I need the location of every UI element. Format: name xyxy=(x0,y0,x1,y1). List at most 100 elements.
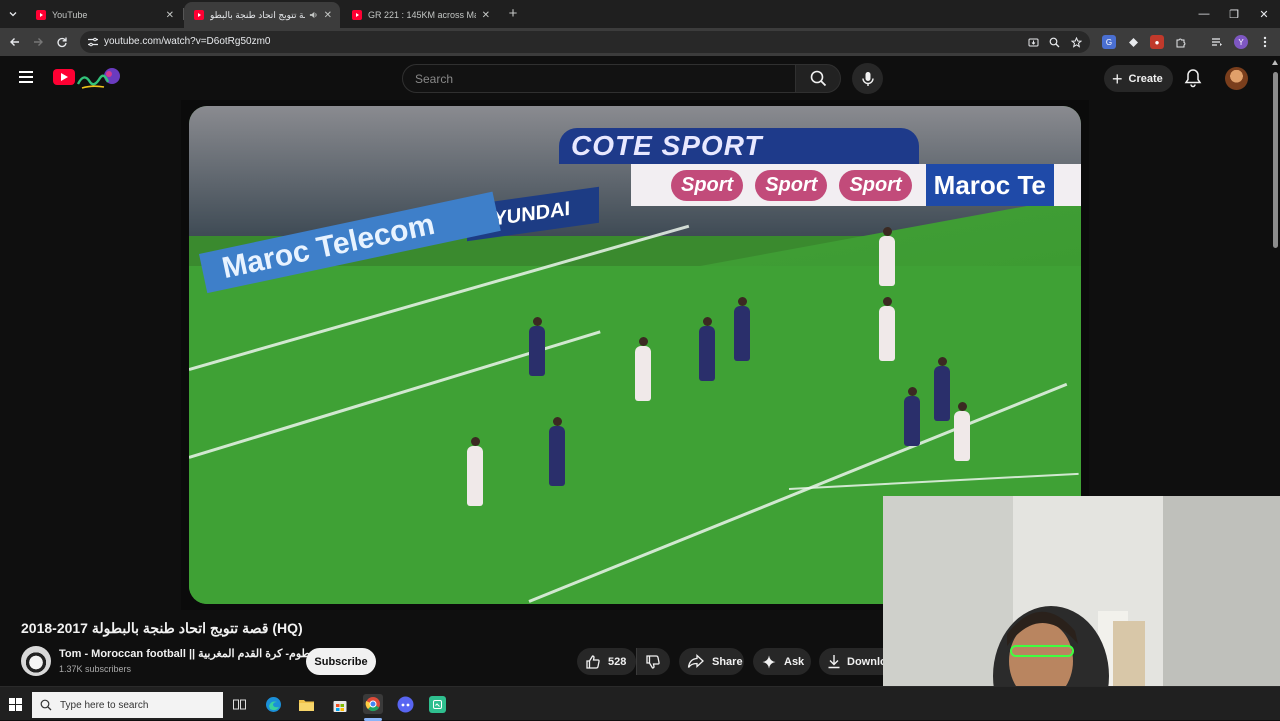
youtube-favicon-icon xyxy=(36,10,46,20)
player-blue xyxy=(734,297,750,361)
store-icon[interactable] xyxy=(331,696,348,713)
video-title: قصة تتويج اتحاد طنجة بالبطولة 2017-2018 … xyxy=(21,620,303,636)
notifications-bell-icon[interactable] xyxy=(1183,68,1203,88)
account-avatar[interactable] xyxy=(1225,67,1248,90)
address-bar[interactable]: youtube.com/watch?v=D6otRg50zm0 xyxy=(80,31,1090,53)
install-app-button[interactable] xyxy=(1026,35,1040,49)
share-arrow-icon xyxy=(687,654,704,668)
share-label: Share xyxy=(712,655,743,668)
player-white xyxy=(635,337,651,401)
close-window-button[interactable]: ✕ xyxy=(1248,0,1280,28)
media-controls-icon[interactable] xyxy=(1210,35,1224,49)
bookmark-button[interactable] xyxy=(1069,35,1083,49)
youtube-favicon-icon xyxy=(352,10,362,20)
search-icon xyxy=(810,70,826,87)
taskbar-search-text: Type here to search xyxy=(60,699,149,711)
thumbs-down-icon xyxy=(646,654,660,669)
restore-button[interactable]: ❐ xyxy=(1218,0,1250,28)
player-white xyxy=(954,402,970,461)
player-blue xyxy=(529,317,545,376)
search-button[interactable] xyxy=(795,64,841,93)
app-tile-icon[interactable] xyxy=(429,696,446,713)
windows-start-icon[interactable] xyxy=(9,698,22,711)
player-blue xyxy=(904,387,920,446)
sport-logo-2: Sport xyxy=(755,169,828,201)
voice-search-button[interactable] xyxy=(852,63,883,94)
share-button[interactable]: Share xyxy=(679,648,744,675)
dislike-button[interactable] xyxy=(636,648,670,675)
create-label: Create xyxy=(1128,72,1163,85)
translate-extension-icon[interactable]: G xyxy=(1102,35,1116,49)
player-white xyxy=(879,297,895,361)
channel-name[interactable]: Tom - Moroccan football || طوم- كرة القد… xyxy=(59,647,310,660)
youtube-logo[interactable] xyxy=(53,69,75,85)
hamburger-menu-icon[interactable] xyxy=(14,68,38,88)
new-tab-button[interactable]: + xyxy=(504,4,522,22)
speaker-audio-icon[interactable] xyxy=(309,10,318,20)
cote-sport-board: COTE SPORT xyxy=(559,128,919,164)
windows-taskbar: Type here to search xyxy=(0,686,1280,721)
zoom-button[interactable] xyxy=(1047,35,1061,49)
tab-video-active[interactable]: قصة تتويج اتحاد طنجة بالبطو ✕ xyxy=(184,2,340,28)
youtube-masthead: + Create xyxy=(0,56,1270,100)
minimize-button[interactable]: — xyxy=(1188,0,1220,28)
tab-youtube[interactable]: YouTube ✕ xyxy=(26,2,182,28)
record-extension-icon[interactable]: ● xyxy=(1150,35,1164,49)
reload-icon xyxy=(57,37,67,48)
tab-search-button[interactable] xyxy=(4,5,22,23)
download-icon xyxy=(828,655,840,669)
subscriber-count: 1.37K subscribers xyxy=(59,664,132,674)
file-explorer-icon[interactable] xyxy=(298,696,315,713)
download-button[interactable]: Downlo xyxy=(819,648,883,675)
channel-avatar[interactable] xyxy=(21,646,51,676)
back-button[interactable] xyxy=(5,32,25,52)
microphone-icon xyxy=(861,71,874,86)
profile-avatar-icon[interactable]: Y xyxy=(1234,35,1248,49)
like-count: 528 xyxy=(608,655,627,668)
search-bar[interactable] xyxy=(402,64,796,93)
url-text: youtube.com/watch?v=D6otRg50zm0 xyxy=(104,36,271,47)
ask-button[interactable]: Ask xyxy=(753,648,811,675)
plus-icon: + xyxy=(1112,68,1123,89)
player-blue xyxy=(699,317,715,381)
chrome-icon[interactable] xyxy=(363,694,383,714)
discord-app-icon[interactable] xyxy=(397,696,414,713)
browser-tab-strip: YouTube ✕ قصة تتويج اتحاد طنجة بالبطو ✕ … xyxy=(0,0,1280,28)
browser-toolbar: youtube.com/watch?v=D6otRg50zm0 G ● Y xyxy=(0,28,1280,56)
maroc-telecom-board-right: Maroc Te xyxy=(925,164,1054,206)
reload-button[interactable] xyxy=(52,32,72,52)
ask-label: Ask xyxy=(784,655,805,668)
tab-close-icon[interactable]: ✕ xyxy=(166,10,174,21)
browser-menu-icon[interactable] xyxy=(1258,35,1272,49)
chevron-down-icon xyxy=(9,12,17,17)
tab-title: GR 221 : 145KM across Mallorca xyxy=(368,10,476,20)
taskbar-search-box[interactable]: Type here to search xyxy=(32,692,223,718)
sparkle-icon xyxy=(762,655,776,668)
extensions-puzzle-icon[interactable] xyxy=(1174,35,1188,49)
search-icon xyxy=(40,699,52,711)
subscribe-button[interactable]: Subscribe xyxy=(306,648,376,675)
task-view-icon[interactable] xyxy=(231,696,248,713)
like-button[interactable]: 528 xyxy=(577,648,636,675)
sport-logo-3: Sport xyxy=(839,169,912,201)
edge-browser-icon[interactable] xyxy=(265,696,282,713)
youtube-doodle-logo[interactable] xyxy=(76,66,122,90)
sport-logo-1: Sport xyxy=(671,169,744,201)
tab-close-icon[interactable]: ✕ xyxy=(324,10,332,21)
create-button[interactable]: + Create xyxy=(1104,65,1173,92)
install-icon xyxy=(1028,38,1038,46)
tab-close-icon[interactable]: ✕ xyxy=(482,10,490,21)
search-input[interactable] xyxy=(415,65,785,92)
scroll-up-arrow-icon[interactable] xyxy=(1272,60,1278,65)
forward-button[interactable] xyxy=(28,32,48,52)
tab-gr221[interactable]: GR 221 : 145KM across Mallorca ✕ xyxy=(342,2,498,28)
site-info-icon[interactable] xyxy=(87,36,99,48)
star-icon xyxy=(1070,36,1082,48)
player-white xyxy=(879,227,895,286)
player-blue xyxy=(934,357,950,421)
scrollbar-thumb[interactable] xyxy=(1273,72,1278,248)
diamond-extension-icon[interactable] xyxy=(1126,35,1140,49)
player-blue xyxy=(549,417,565,486)
tab-title: قصة تتويج اتحاد طنجة بالبطو xyxy=(210,9,305,20)
download-label: Downlo xyxy=(847,655,883,668)
